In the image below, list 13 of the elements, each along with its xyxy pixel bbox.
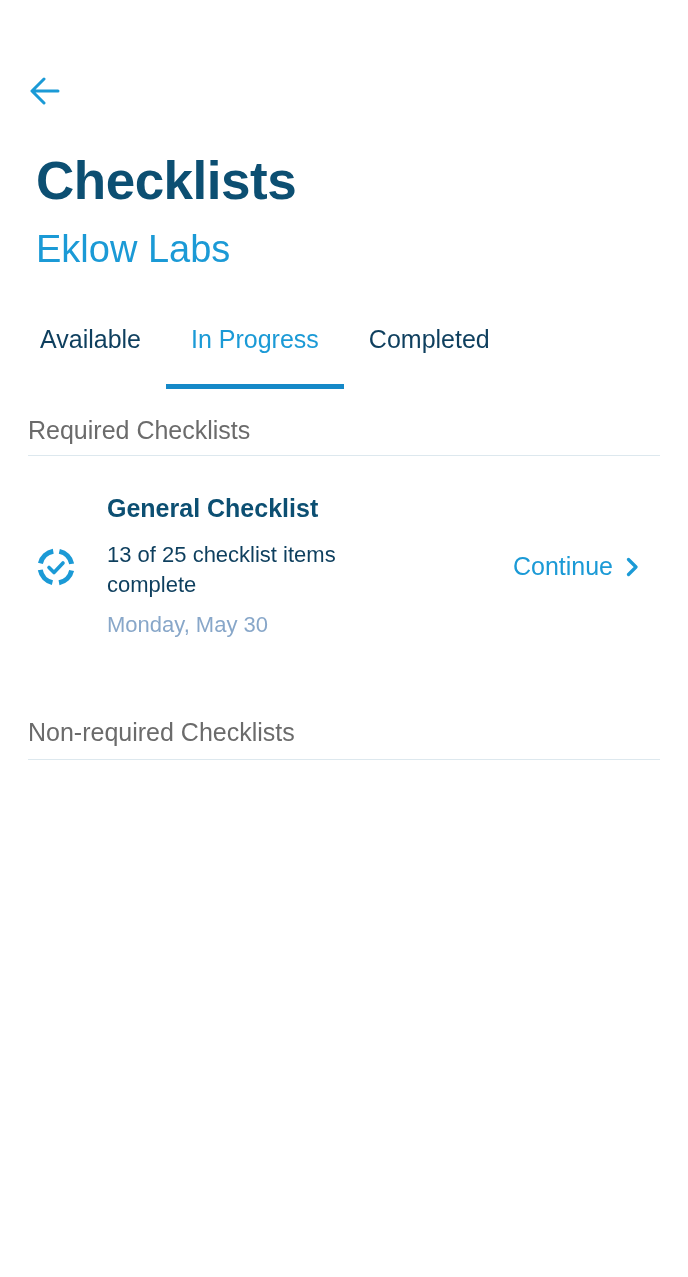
checklist-date: Monday, May 30 (107, 611, 269, 640)
back-arrow-icon (30, 77, 60, 105)
section-heading: Non-required Checklists (28, 717, 660, 761)
back-button[interactable] (30, 77, 60, 105)
progress-text: 13 of 25 checklist items complete (107, 541, 337, 600)
tab[interactable]: Available (15, 314, 166, 390)
chevron-right-icon (626, 556, 638, 577)
organization-name: Eklow Labs (36, 226, 232, 272)
tab[interactable]: Completed (343, 314, 515, 390)
page-title: Checklists (36, 150, 298, 212)
checklist-title: General Checklist (107, 493, 320, 524)
section-heading: Required Checklists (28, 415, 660, 457)
dashed-check-circle-icon (37, 547, 75, 586)
